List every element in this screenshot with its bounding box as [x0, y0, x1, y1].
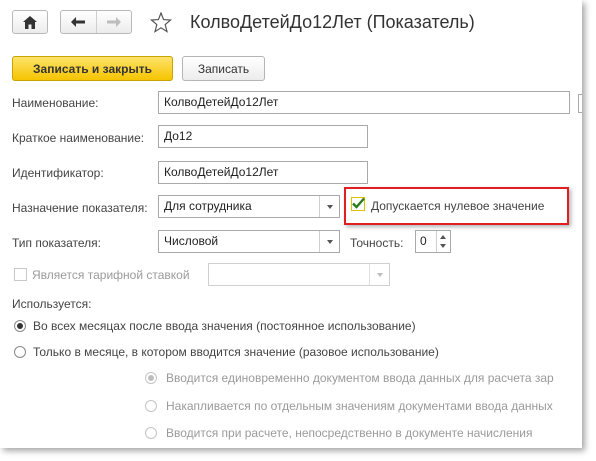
window-title: КолвоДетейДо12Лет (Показатель) [190, 12, 475, 32]
input-lumpsum-radio[interactable] [145, 372, 157, 384]
tariff-select[interactable] [208, 263, 390, 286]
input-lumpsum-label: Вводится единовременно документом ввода … [166, 371, 554, 385]
chevron-down-icon [326, 204, 333, 209]
input-calculation-label: Вводится при расчете, непосредственно в … [166, 426, 533, 440]
spin-up-icon[interactable] [440, 235, 446, 239]
purpose-dropdown-button[interactable] [319, 196, 339, 217]
tariff-checkbox[interactable] [14, 268, 27, 281]
type-dropdown-button[interactable] [319, 231, 339, 252]
type-value: Числовой [164, 234, 219, 248]
save-and-close-button[interactable]: Записать и закрыть [12, 56, 173, 81]
short-name-label: Краткое наименование: [12, 131, 145, 145]
identifier-input[interactable]: КолвоДетейДо12Лет [158, 161, 368, 184]
precision-label: Точность: [350, 236, 404, 250]
purpose-value: Для сотрудника [164, 199, 252, 213]
allow-zero-checkbox[interactable] [351, 197, 365, 211]
chevron-down-icon [326, 239, 333, 244]
type-select[interactable]: Числовой [158, 230, 340, 253]
back-button[interactable] [61, 11, 97, 33]
usage-onetime-label[interactable]: Только в месяце, в котором вводится знач… [33, 345, 439, 359]
usage-permanent-radio[interactable] [14, 320, 26, 332]
precision-input[interactable]: 0 [415, 230, 451, 253]
chevron-down-icon [376, 272, 383, 277]
home-icon [23, 15, 37, 29]
name-input[interactable]: КолвоДетейДо12Лет [158, 91, 570, 114]
tariff-label: Является тарифной ставкой [32, 268, 190, 282]
tariff-dropdown-button[interactable] [369, 264, 389, 285]
purpose-select[interactable]: Для сотрудника [158, 195, 340, 218]
nav-history-group [60, 10, 132, 34]
usage-label: Используется: [12, 297, 92, 311]
home-button[interactable] [12, 10, 48, 34]
type-label: Тип показателя: [12, 236, 101, 250]
identifier-label: Идентификатор: [12, 166, 104, 180]
short-name-input[interactable]: До12 [158, 125, 368, 148]
precision-value: 0 [420, 234, 427, 248]
save-button[interactable]: Записать [182, 56, 265, 81]
allow-zero-label[interactable]: Допускается нулевое значение [371, 199, 544, 213]
precision-spinner[interactable] [436, 231, 450, 252]
form-window: КолвоДетейДо12Лет (Показатель) Записать … [0, 0, 582, 448]
usage-onetime-radio[interactable] [14, 346, 26, 358]
input-accumulate-label: Накапливается по отдельным значениям док… [166, 399, 553, 413]
input-calculation-radio[interactable] [145, 427, 157, 439]
input-accumulate-radio[interactable] [145, 400, 157, 412]
purpose-label: Назначение показателя: [12, 201, 148, 215]
forward-button[interactable] [97, 11, 132, 33]
usage-permanent-label[interactable]: Во всех месяцах после ввода значения (по… [33, 319, 416, 333]
favorite-star-icon[interactable] [149, 11, 173, 36]
spin-down-icon[interactable] [440, 244, 446, 248]
arrow-left-icon [71, 17, 86, 27]
checkmark-icon [352, 197, 365, 209]
arrow-right-icon [106, 17, 121, 27]
language-button[interactable] [578, 94, 582, 113]
name-label: Наименование: [12, 96, 99, 110]
